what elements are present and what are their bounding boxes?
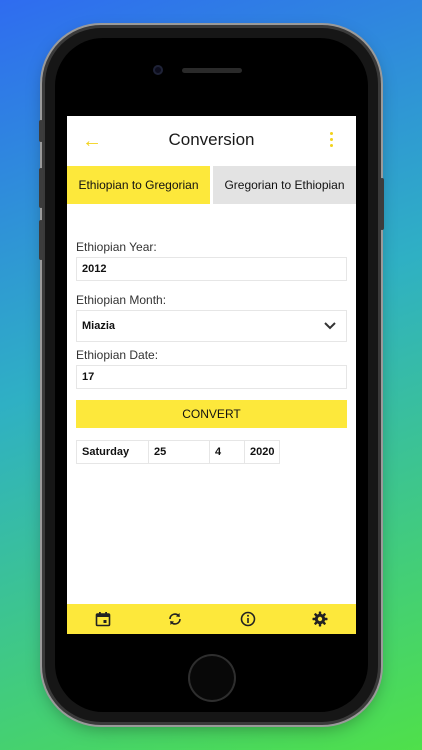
month-value: Miazia bbox=[82, 320, 116, 332]
month-select[interactable]: Miazia bbox=[76, 310, 347, 342]
year-label: Ethiopian Year: bbox=[76, 240, 157, 254]
info-icon[interactable] bbox=[236, 607, 260, 631]
result-day: 25 bbox=[148, 440, 210, 464]
tab-ethiopian-to-gregorian[interactable]: Ethiopian to Gregorian bbox=[67, 166, 210, 204]
date-label: Ethiopian Date: bbox=[76, 348, 159, 362]
conversion-form: Ethiopian Year: 2012 Ethiopian Month: Mi… bbox=[67, 204, 356, 464]
chevron-down-icon bbox=[324, 322, 336, 330]
tab-gregorian-to-ethiopian[interactable]: Gregorian to Ethiopian bbox=[213, 166, 356, 204]
home-button[interactable] bbox=[190, 656, 234, 700]
front-camera bbox=[153, 65, 163, 75]
earpiece-speaker bbox=[182, 68, 242, 73]
result-month: 4 bbox=[209, 440, 245, 464]
phone-frame: ← Conversion Ethiopian to Gregorian Greg… bbox=[39, 28, 384, 722]
year-input[interactable]: 2012 bbox=[76, 257, 347, 281]
calendar-icon[interactable] bbox=[91, 607, 115, 631]
year-value: 2012 bbox=[82, 263, 107, 275]
settings-icon[interactable] bbox=[308, 607, 332, 631]
conversion-tabs: Ethiopian to Gregorian Gregorian to Ethi… bbox=[67, 166, 356, 204]
result-year: 2020 bbox=[244, 440, 280, 464]
app-screen: ← Conversion Ethiopian to Gregorian Greg… bbox=[67, 116, 356, 634]
silent-switch bbox=[39, 120, 43, 142]
volume-up-button bbox=[39, 168, 43, 208]
date-input[interactable]: 17 bbox=[76, 365, 347, 389]
page-title: Conversion bbox=[168, 130, 255, 149]
more-vertical-icon[interactable] bbox=[330, 132, 334, 150]
app-bar: ← Conversion bbox=[67, 116, 356, 166]
result-row: Saturday 25 4 2020 bbox=[76, 440, 347, 464]
volume-down-button bbox=[39, 220, 43, 260]
sync-icon[interactable] bbox=[163, 607, 187, 631]
result-weekday: Saturday bbox=[76, 440, 149, 464]
bottom-nav bbox=[67, 604, 356, 634]
convert-button[interactable]: CONVERT bbox=[76, 400, 347, 428]
date-value: 17 bbox=[82, 371, 95, 383]
month-label: Ethiopian Month: bbox=[76, 293, 167, 307]
power-button bbox=[380, 178, 384, 230]
